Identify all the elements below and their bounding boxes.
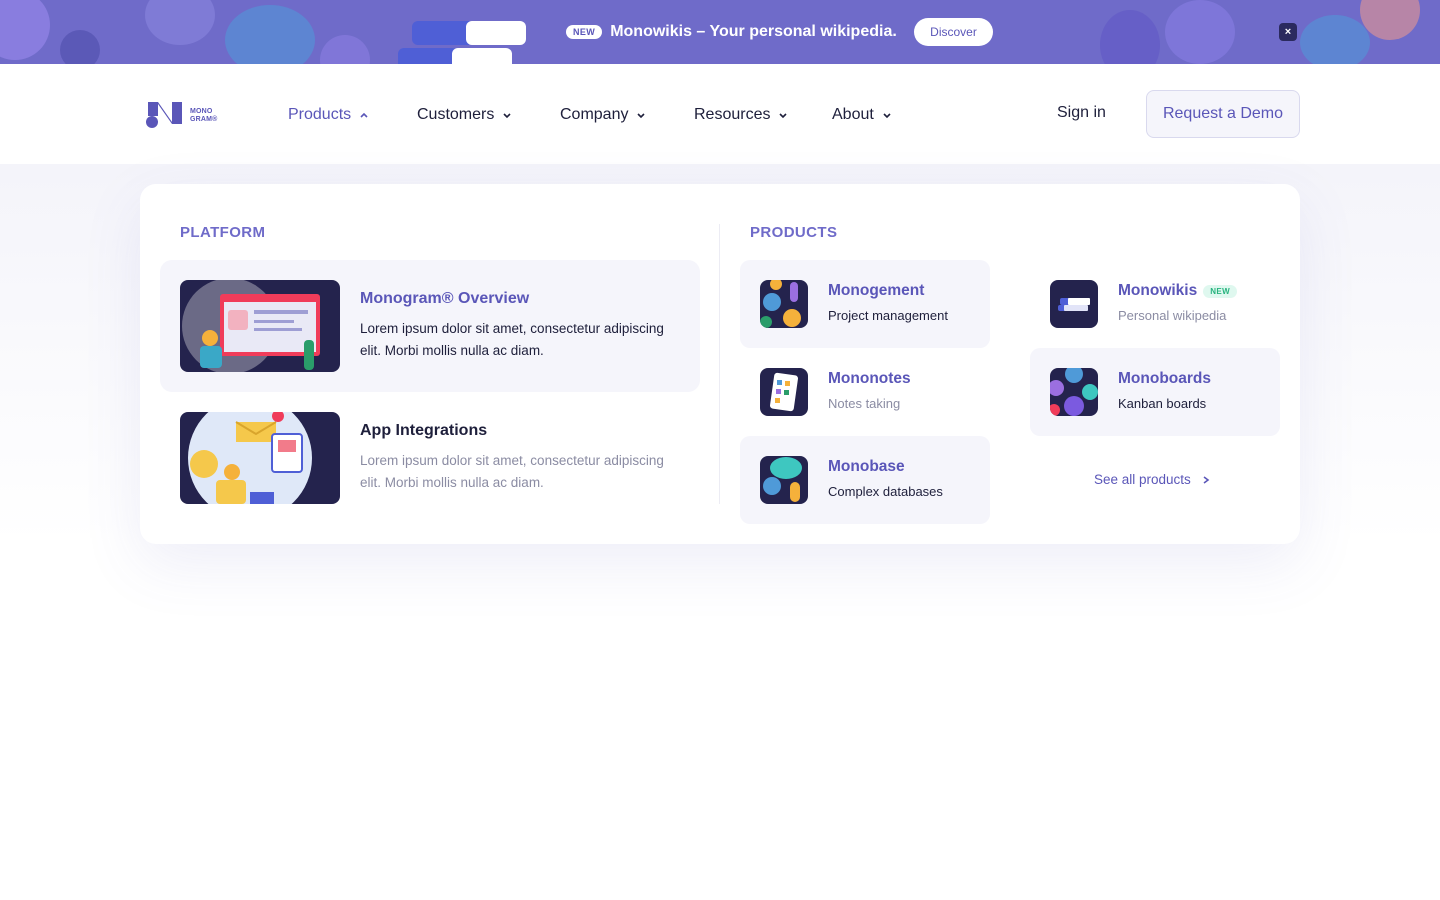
decor-blob (1300, 15, 1370, 64)
close-icon[interactable]: × (1279, 23, 1297, 41)
platform-heading: PLATFORM (180, 224, 266, 241)
banner-illustration-card (466, 21, 526, 45)
app-integrations-card[interactable]: App Integrations Lorem ipsum dolor sit a… (160, 392, 700, 524)
menu-divider (719, 224, 720, 504)
product-subtitle: Personal wikipedia (1118, 308, 1227, 323)
nav-label: Resources (694, 106, 771, 123)
decor-blob (1360, 0, 1420, 40)
new-badge: NEW (566, 25, 603, 39)
product-name: Monoboards (1118, 370, 1211, 387)
product-subtitle: Kanban boards (1118, 396, 1207, 411)
product-name: Monobase (828, 458, 905, 475)
chevron-down-icon (779, 113, 788, 119)
overview-illustration (180, 280, 340, 372)
product-monogement[interactable]: Monogement Project management (740, 260, 990, 348)
product-name: Monowikis NEW (1118, 282, 1238, 300)
new-badge: NEW (1203, 284, 1238, 298)
chevron-down-icon (883, 113, 891, 119)
nav-label: Customers (417, 106, 495, 123)
platform-overview-card[interactable]: Monogram® Overview Lorem ipsum dolor sit… (160, 260, 700, 392)
product-name: Mononotes (828, 370, 911, 387)
banner-text: Monowikis – Your personal wikipedia. (610, 23, 897, 40)
monowikis-icon (1050, 280, 1098, 328)
nav-label: About (832, 106, 874, 123)
nav-label: Company (560, 106, 629, 123)
overview-art-icon (182, 280, 320, 372)
nav-about[interactable]: About (832, 104, 892, 126)
decor-blob (1100, 10, 1160, 64)
chevron-down-icon (503, 113, 511, 119)
product-subtitle: Notes taking (828, 396, 901, 411)
decor-blob (60, 30, 100, 64)
nav-resources[interactable]: Resources (694, 104, 788, 126)
product-mononotes[interactable]: Mononotes Notes taking (740, 348, 990, 436)
banner-illustration-card (398, 48, 458, 64)
banner-illustration-card (412, 21, 474, 45)
product-subtitle: Project management (828, 308, 948, 323)
monobase-icon (760, 456, 808, 504)
logo[interactable]: MONO GRAM® (146, 98, 218, 128)
chevron-right-icon (1203, 475, 1210, 484)
decor-blob (0, 0, 50, 60)
integrations-illustration (180, 412, 340, 504)
overview-title: Monogram® Overview (360, 290, 530, 307)
monoboards-icon (1050, 368, 1098, 416)
chevron-down-icon (637, 113, 646, 119)
announcement-banner: NEW Monowikis – Your personal wikipedia.… (0, 0, 1440, 64)
product-name: Monogement (828, 282, 925, 299)
nav-company[interactable]: Company (560, 104, 646, 126)
decor-blob (225, 5, 315, 64)
banner-illustration-card (452, 48, 512, 64)
logo-text: MONO GRAM® (190, 108, 218, 123)
banner-message: NEW Monowikis – Your personal wikipedia. (566, 0, 897, 64)
products-heading: PRODUCTS (750, 224, 838, 241)
product-monobase[interactable]: Monobase Complex databases (740, 436, 990, 524)
product-monowikis[interactable]: Monowikis NEW Personal wikipedia (1030, 260, 1280, 348)
see-all-products-link[interactable]: See all products (1094, 472, 1211, 487)
mononotes-icon (760, 368, 808, 416)
request-demo-button[interactable]: Request a Demo (1146, 90, 1300, 138)
integrations-description: Lorem ipsum dolor sit amet, consectetur … (360, 453, 664, 490)
product-monoboards[interactable]: Monoboards Kanban boards (1030, 348, 1280, 436)
monogement-icon (760, 280, 808, 328)
nav-products[interactable]: Products (288, 104, 369, 126)
decor-blob (1165, 0, 1235, 64)
chevron-up-icon (360, 112, 368, 118)
product-subtitle: Complex databases (828, 484, 943, 499)
decor-blob (145, 0, 215, 45)
discover-button[interactable]: Discover (914, 18, 993, 46)
integrations-art-icon (188, 412, 312, 504)
nav-customers[interactable]: Customers (417, 104, 512, 126)
overview-description: Lorem ipsum dolor sit amet, consectetur … (360, 321, 664, 358)
decor-blob (320, 35, 370, 64)
nav-label: Products (288, 106, 352, 123)
see-all-label: See all products (1094, 472, 1191, 487)
logo-mark-icon (146, 102, 182, 128)
sign-in-link[interactable]: Sign in (1057, 104, 1106, 122)
integrations-title: App Integrations (360, 422, 488, 439)
